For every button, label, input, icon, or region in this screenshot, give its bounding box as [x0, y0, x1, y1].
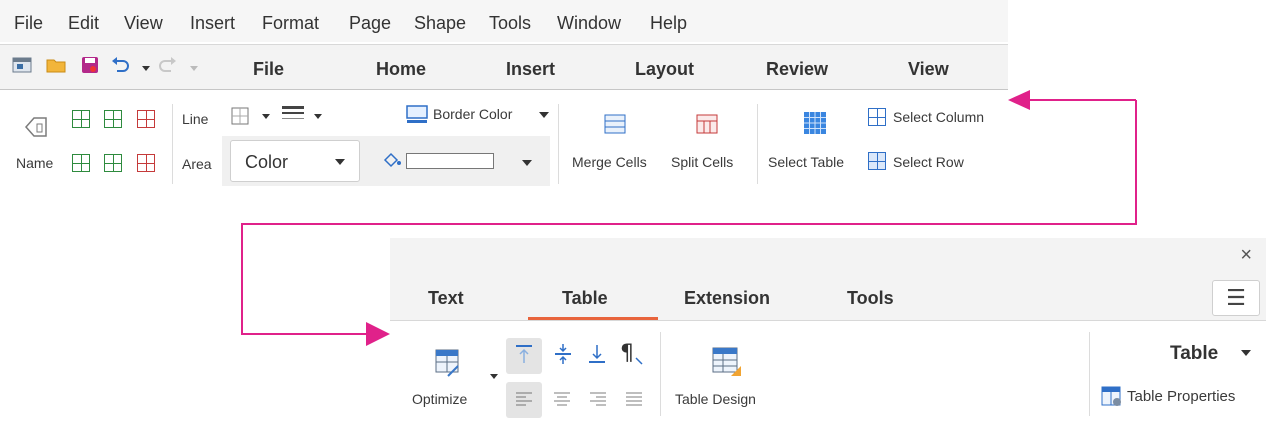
- align-bottom-icon[interactable]: [586, 342, 608, 366]
- menu-shape[interactable]: Shape: [414, 13, 466, 34]
- undo-dropdown-arrow-icon[interactable]: [142, 66, 150, 71]
- border-color-label[interactable]: Border Color: [433, 106, 512, 122]
- insert-columns-after-icon[interactable]: [104, 154, 122, 172]
- align-center-vertical-icon[interactable]: [552, 342, 574, 366]
- border-style-icon[interactable]: [280, 104, 306, 126]
- align-right-icon[interactable]: [588, 389, 608, 409]
- optimize-label[interactable]: Optimize: [412, 391, 467, 407]
- name-label: Name: [16, 155, 54, 171]
- borders-icon[interactable]: [230, 106, 250, 126]
- menu-view[interactable]: View: [124, 13, 163, 34]
- border-color-icon[interactable]: [406, 104, 428, 124]
- arrow-head-bottom-icon: [366, 322, 390, 346]
- delete-rows-icon[interactable]: [137, 110, 155, 128]
- start-center-icon[interactable]: [12, 55, 32, 75]
- insert-rows-below-icon[interactable]: [72, 154, 90, 172]
- select-row-icon[interactable]: [868, 152, 886, 170]
- tab-insert[interactable]: Insert: [506, 59, 555, 80]
- select-column-label[interactable]: Select Column: [893, 109, 984, 125]
- menu-insert[interactable]: Insert: [190, 13, 235, 34]
- justify-icon[interactable]: [624, 389, 644, 409]
- menu-edit[interactable]: Edit: [68, 13, 99, 34]
- fill-bucket-icon[interactable]: [382, 150, 402, 168]
- table-ribbon: Name Line Area Color Border Color Merge …: [0, 90, 1008, 198]
- active-tab-underline: [528, 317, 658, 320]
- table-menu-label[interactable]: Table: [1170, 343, 1218, 365]
- open-folder-icon[interactable]: [46, 55, 66, 75]
- split-cells-label[interactable]: Split Cells: [671, 154, 733, 170]
- redo-icon[interactable]: [158, 55, 178, 75]
- menu-page[interactable]: Page: [349, 13, 391, 34]
- arrow-head-top-icon: [1008, 90, 1030, 110]
- borders-dropdown-arrow-icon[interactable]: [262, 114, 270, 119]
- split-cells-icon[interactable]: [695, 112, 719, 136]
- align-center-icon[interactable]: [552, 389, 572, 409]
- align-top-icon: [516, 345, 532, 363]
- menubar: File Edit View Insert Format Page Shape …: [0, 0, 1008, 42]
- menu-format[interactable]: Format: [262, 13, 319, 34]
- tab-tools[interactable]: Tools: [847, 288, 894, 309]
- tab-home[interactable]: Home: [376, 59, 426, 80]
- separator: [757, 104, 758, 184]
- table-design-icon[interactable]: [711, 346, 743, 378]
- menu-window[interactable]: Window: [557, 13, 621, 34]
- tab-review[interactable]: Review: [766, 59, 828, 80]
- merge-cells-icon[interactable]: [603, 112, 627, 136]
- paragraph-icon[interactable]: ¶: [618, 340, 644, 366]
- delete-columns-icon[interactable]: [137, 154, 155, 172]
- fill-color-preview[interactable]: [406, 153, 494, 169]
- area-label: Area: [182, 156, 212, 172]
- table-properties-label[interactable]: Table Properties: [1127, 388, 1235, 405]
- table-properties-icon[interactable]: [1101, 386, 1123, 408]
- insert-columns-before-icon[interactable]: [104, 110, 122, 128]
- menu-help[interactable]: Help: [650, 13, 687, 34]
- insert-rows-above-icon[interactable]: [72, 110, 90, 128]
- area-style-dropdown[interactable]: Color: [230, 140, 360, 182]
- panel-tabbar: Text Table Extension Tools ☰: [390, 276, 1266, 321]
- name-tag-icon[interactable]: [24, 114, 48, 140]
- svg-text:¶: ¶: [620, 341, 634, 366]
- border-style-dropdown-arrow-icon[interactable]: [314, 114, 322, 119]
- table-menu-dropdown-arrow-icon[interactable]: [1241, 350, 1251, 356]
- redo-dropdown-arrow-icon[interactable]: [190, 66, 198, 71]
- area-style-value: Color: [245, 152, 289, 172]
- line-label: Line: [182, 111, 209, 127]
- tab-view[interactable]: View: [908, 59, 949, 80]
- tab-layout[interactable]: Layout: [635, 59, 694, 80]
- menu-file[interactable]: File: [14, 13, 43, 34]
- border-color-dropdown-arrow-icon[interactable]: [539, 112, 549, 118]
- menu-tools[interactable]: Tools: [489, 13, 531, 34]
- chevron-down-icon: [335, 159, 345, 165]
- separator: [172, 104, 173, 184]
- hamburger-menu-icon[interactable]: ☰: [1212, 280, 1260, 316]
- tab-extension[interactable]: Extension: [684, 288, 770, 309]
- separator: [660, 332, 661, 416]
- merge-cells-label[interactable]: Merge Cells: [572, 154, 647, 170]
- panel-header: ×: [390, 238, 1266, 277]
- tab-text[interactable]: Text: [428, 288, 464, 309]
- tab-file[interactable]: File: [253, 59, 284, 80]
- save-icon[interactable]: [80, 55, 100, 75]
- table-design-label[interactable]: Table Design: [675, 391, 756, 407]
- align-left-icon: [516, 392, 532, 406]
- undo-icon[interactable]: [110, 55, 130, 75]
- separator: [1089, 332, 1090, 416]
- select-table-label[interactable]: Select Table: [768, 154, 844, 170]
- optimize-dropdown-arrow-icon[interactable]: [490, 374, 498, 379]
- fill-color-dropdown-arrow-icon[interactable]: [522, 160, 532, 166]
- select-table-icon[interactable]: [802, 110, 828, 136]
- separator: [558, 104, 559, 184]
- tab-table[interactable]: Table: [562, 288, 608, 309]
- select-column-icon[interactable]: [868, 108, 886, 126]
- close-icon[interactable]: ×: [1240, 244, 1252, 267]
- optimize-icon[interactable]: [434, 348, 462, 378]
- tabbed-bar: File Home Insert Layout Review View: [0, 44, 1008, 91]
- select-row-label[interactable]: Select Row: [893, 154, 964, 170]
